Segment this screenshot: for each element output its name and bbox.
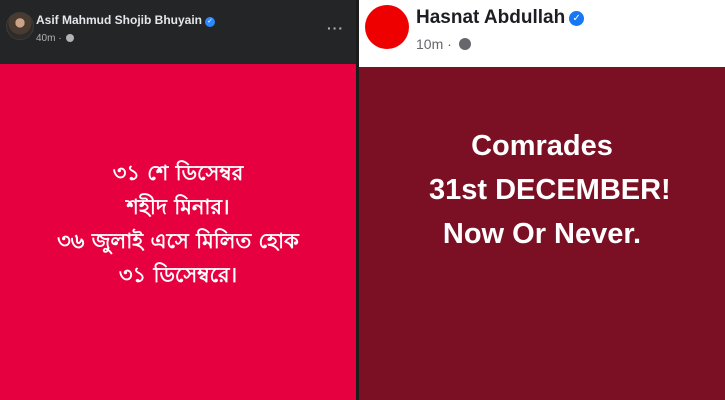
right-author-name-text[interactable]: Hasnat Abdullah bbox=[416, 7, 565, 28]
left-author-name[interactable]: Asif Mahmud Shojib Bhuyain ✓ bbox=[36, 13, 216, 27]
left-post-time[interactable]: 40m bbox=[36, 33, 55, 44]
right-meta-separator: · bbox=[447, 36, 452, 52]
left-author-avatar[interactable] bbox=[6, 12, 34, 40]
left-post: Asif Mahmud Shojib Bhuyain ✓ 40m · ··· ৩১… bbox=[0, 0, 356, 400]
left-author-name-text[interactable]: Asif Mahmud Shojib Bhuyain bbox=[36, 13, 202, 27]
more-options-icon[interactable]: ··· bbox=[327, 20, 344, 36]
globe-icon bbox=[458, 38, 471, 50]
right-post-line-2: 31st DECEMBER! bbox=[429, 174, 671, 206]
left-post-text: ৩১ শে ডিসেম্বর শহীদ মিনার। ৩৬ জুলাই এসে … bbox=[0, 156, 356, 292]
left-meta-separator: · bbox=[58, 33, 62, 44]
left-post-line-4: ৩১ ডিসেম্বরে। bbox=[118, 263, 238, 287]
right-post-time[interactable]: 10m bbox=[416, 36, 443, 52]
left-post-line-3: ৩৬ জুলাই এসে মিলিত হোক bbox=[57, 229, 299, 253]
right-author-name[interactable]: Hasnat Abdullah ✓ bbox=[416, 7, 585, 29]
right-post-header: Hasnat Abdullah ✓ 10m · bbox=[359, 0, 725, 67]
screenshot-collage: Asif Mahmud Shojib Bhuyain ✓ 40m · ··· ৩১… bbox=[0, 0, 725, 400]
right-post-text: Comrades 31st DECEMBER! Now Or Never. bbox=[359, 124, 725, 256]
right-author-avatar[interactable] bbox=[365, 5, 409, 49]
globe-icon bbox=[66, 34, 75, 42]
right-post-line-3: Now Or Never. bbox=[442, 218, 642, 250]
left-post-line-2: শহীদ মিনার। bbox=[126, 195, 230, 219]
left-post-header: Asif Mahmud Shojib Bhuyain ✓ 40m · ··· bbox=[0, 0, 356, 64]
left-post-line-1: ৩১ শে ডিসেম্বর bbox=[112, 161, 244, 185]
right-post-meta: 10m · bbox=[416, 36, 471, 52]
right-post: Hasnat Abdullah ✓ 10m · Comrades 31st DEC… bbox=[359, 0, 725, 400]
left-post-meta: 40m · bbox=[36, 33, 75, 44]
verified-badge-icon: ✓ bbox=[205, 17, 216, 27]
verified-badge-icon: ✓ bbox=[569, 11, 585, 26]
right-post-line-1: Comrades bbox=[471, 130, 613, 162]
